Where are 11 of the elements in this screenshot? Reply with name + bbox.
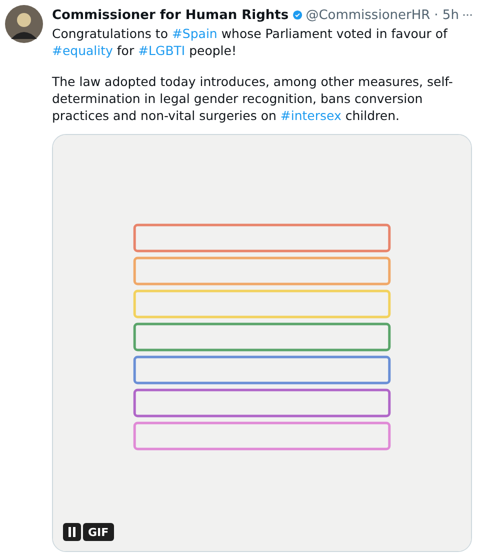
pause-button[interactable] bbox=[63, 523, 81, 541]
pause-icon bbox=[68, 527, 76, 537]
author-name[interactable]: Commissioner for Human Rights bbox=[52, 8, 289, 22]
avatar[interactable] bbox=[5, 5, 43, 43]
gif-media[interactable]: GIF bbox=[52, 134, 472, 552]
author-handle[interactable]: @CommissionerHR bbox=[306, 8, 430, 22]
more-icon[interactable] bbox=[462, 13, 472, 17]
tweet-text: Congratulations to #Spain whose Parliament voted in favour of #equality for #LGBTI people! bbox=[52, 25, 449, 59]
gif-label: GIF bbox=[83, 523, 114, 541]
post-time[interactable]: · 5h bbox=[434, 8, 459, 22]
tweet-text: The law adopted today introduces, among other measures, self-determination in legal gender recognition, bans conversion practices and non-vital surgeries on #intersex children. bbox=[52, 73, 454, 124]
